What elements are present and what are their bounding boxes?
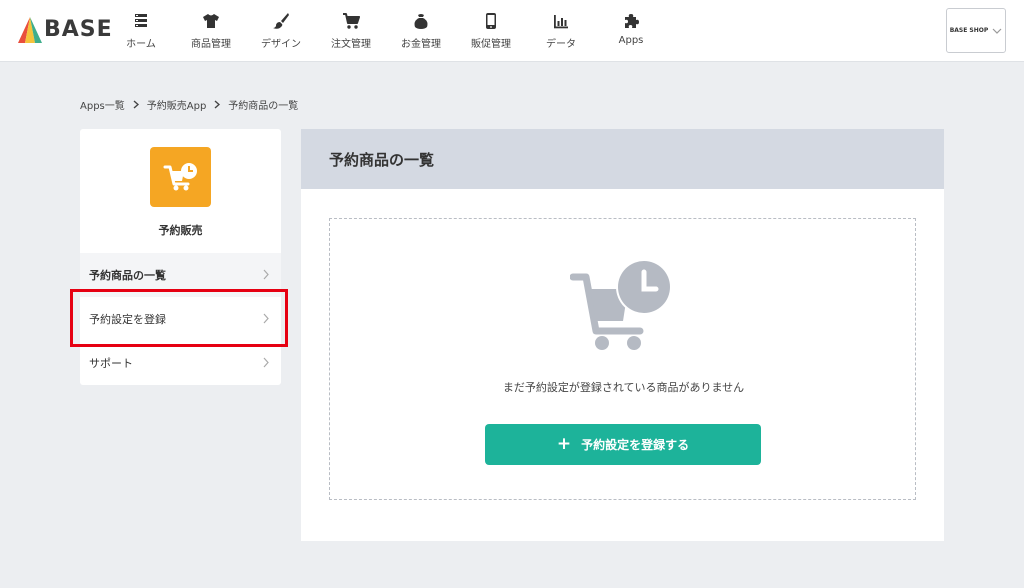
tshirt-icon [203,14,219,28]
nav-label: データ [546,39,576,50]
plus-icon: + [556,434,572,454]
shop-name: BASE SHOP [949,27,989,34]
cart-icon [343,13,360,29]
money-bag-icon [414,14,428,29]
brush-icon [273,13,289,29]
cart-clock-icon [163,163,197,191]
chevron-right-icon [263,269,269,280]
page-title: 予約商品の一覧 [329,151,435,169]
sidebar-item-label: 予約商品の一覧 [89,269,166,282]
nav-item-data[interactable]: データ [532,0,590,61]
puzzle-icon [625,14,639,28]
nav-label: お金管理 [401,39,441,50]
nav-item-money[interactable]: お金管理 [392,0,450,61]
nav-label: デザイン [261,39,301,50]
empty-cart-clock-icon [570,259,672,350]
empty-state: まだ予約設定が登録されている商品がありません + 予約設定を登録する [329,218,916,500]
sidebar-item-label: サポート [89,357,133,370]
breadcrumb-apps[interactable]: Apps一覧 [80,97,125,112]
nav-item-apps[interactable]: Apps [602,0,660,61]
main-panel: 予約商品の一覧 まだ予約設定が登録されている商品がありません + 予約設定を登録… [301,129,944,541]
logo-text: BASE [44,17,113,42]
button-label: 予約設定を登録する [581,438,690,452]
chevron-down-icon [992,28,1002,34]
nav-item-products[interactable]: 商品管理 [182,0,240,61]
nav-item-home[interactable]: ホーム [112,0,170,61]
chevron-right-icon [133,100,139,109]
base-logo[interactable]: BASE [16,13,112,47]
tent-logo-icon [18,17,42,43]
smartphone-icon [486,13,496,29]
nav-label: 商品管理 [191,39,231,50]
nav-item-promotion[interactable]: 販促管理 [462,0,520,61]
nav-label: Apps [618,35,644,46]
main-header: 予約商品の一覧 [301,129,944,189]
breadcrumb: Apps一覧 予約販売App 予約商品の一覧 [80,97,298,112]
top-navigation-bar: BASE ホーム 商品管理 デザイン 注文管理 お金管理 販促管理 データ Ap… [0,0,1024,62]
nav-item-design[interactable]: デザイン [252,0,310,61]
nav-label: ホーム [126,39,156,50]
nav-label: 注文管理 [331,39,371,50]
main-nav: ホーム 商品管理 デザイン 注文管理 お金管理 販促管理 データ Apps [112,0,672,61]
app-name: 予約販売 [158,224,203,237]
chevron-right-icon [214,100,221,109]
shop-switcher-button[interactable]: BASE SHOP [946,8,1006,53]
sidebar-item-support[interactable]: サポート [80,341,281,385]
reservation-app-icon [150,147,211,207]
breadcrumb-current: 予約商品の一覧 [228,101,299,112]
chevron-right-icon [263,357,269,368]
breadcrumb-reservation-app[interactable]: 予約販売App [147,97,207,112]
nav-label: 販促管理 [471,39,511,50]
annotation-highlight-box [70,289,288,347]
bar-chart-icon [554,15,568,29]
nav-item-orders[interactable]: 注文管理 [322,0,380,61]
empty-message: まだ予約設定が登録されている商品がありません [502,381,745,394]
register-reservation-button[interactable]: + 予約設定を登録する [485,424,761,465]
home-icon [135,14,147,27]
